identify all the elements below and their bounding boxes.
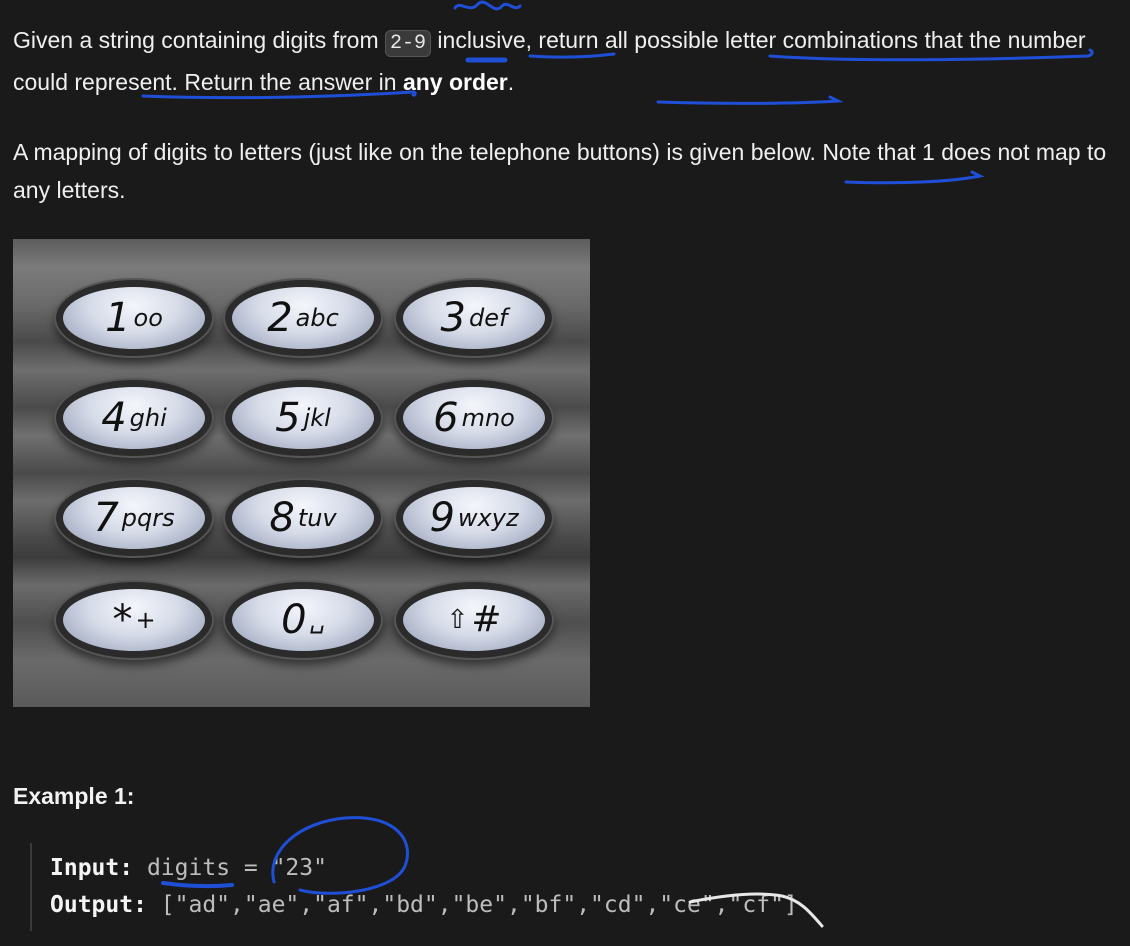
space-icon: ␣ (309, 606, 325, 634)
keypad-key-8: 8 tuv (232, 487, 374, 549)
key-digit: 3 (440, 295, 466, 341)
keypad-key-7: 7 pqrs (63, 487, 205, 549)
input-label: Input: (50, 855, 134, 881)
input-value: digits = "23" (146, 855, 327, 881)
keypad-key-4: 4 ghi (63, 387, 205, 449)
keypad-key-3: 3 def (403, 287, 545, 349)
key-digit: 8 (269, 495, 295, 541)
any-order-emphasis: any order (402, 69, 508, 95)
mapping-note: A mapping of digits to letters (just lik… (13, 139, 1107, 203)
example-output-line: Output: ["ad","ae","af","bd","be","bf","… (50, 892, 798, 918)
keypad-key-1: 1 oo (63, 287, 205, 349)
output-value: ["ad","ae","af","bd","be","bf","cd","ce"… (160, 892, 798, 918)
key-letters: jkl (303, 404, 331, 432)
key-digit: 5 (275, 395, 301, 441)
key-letters: + (135, 606, 156, 634)
shift-arrow-icon: ⇧ (446, 605, 469, 635)
hash-icon: # (471, 599, 502, 640)
description-end: . (507, 69, 515, 95)
key-digit: 4 (101, 395, 127, 441)
keypad-key-hash: ⇧ # (403, 589, 545, 651)
example-heading: Example 1: (13, 783, 135, 809)
description-text-1: Given a string containing digits from (13, 27, 386, 53)
digit-range-code: 2-9 (385, 30, 432, 57)
telephone-keypad-image: 1 oo 2 abc 3 def 4 ghi 5 jkl 6 mno 7 pqrs 8 tuv … (13, 239, 590, 707)
problem-description: Given a string containing digits from 2-… (13, 21, 1123, 101)
keypad-key-9: 9 wxyz (403, 487, 545, 549)
key-letters: tuv (297, 504, 337, 532)
example-code-block: Input: digits = "23" Output: ["ad","ae",… (30, 843, 1122, 931)
voicemail-icon: oo (133, 304, 163, 332)
example-input-line: Input: digits = "23" (50, 855, 327, 881)
output-label: Output: (50, 892, 147, 918)
key-letters: wxyz (457, 504, 519, 532)
key-letters: mno (461, 404, 515, 432)
key-digit: 2 (267, 295, 293, 341)
key-digit: 6 (433, 395, 459, 441)
key-letters: abc (295, 304, 339, 332)
keypad-key-6: 6 mno (403, 387, 545, 449)
key-letters: pqrs (121, 504, 175, 532)
key-digit: 1 (105, 295, 131, 341)
keypad-key-star: * + (63, 589, 205, 651)
keypad-key-5: 5 jkl (232, 387, 374, 449)
key-digit: 0 (281, 597, 307, 643)
key-digit: 9 (429, 495, 455, 541)
keypad-key-2: 2 abc (232, 287, 374, 349)
keypad-key-0: 0 ␣ (232, 589, 374, 651)
annotation-scribble-top (453, 0, 522, 11)
star-icon: * (112, 597, 133, 643)
key-digit: 7 (93, 495, 119, 541)
key-letters: def (469, 304, 508, 332)
key-letters: ghi (129, 404, 167, 432)
